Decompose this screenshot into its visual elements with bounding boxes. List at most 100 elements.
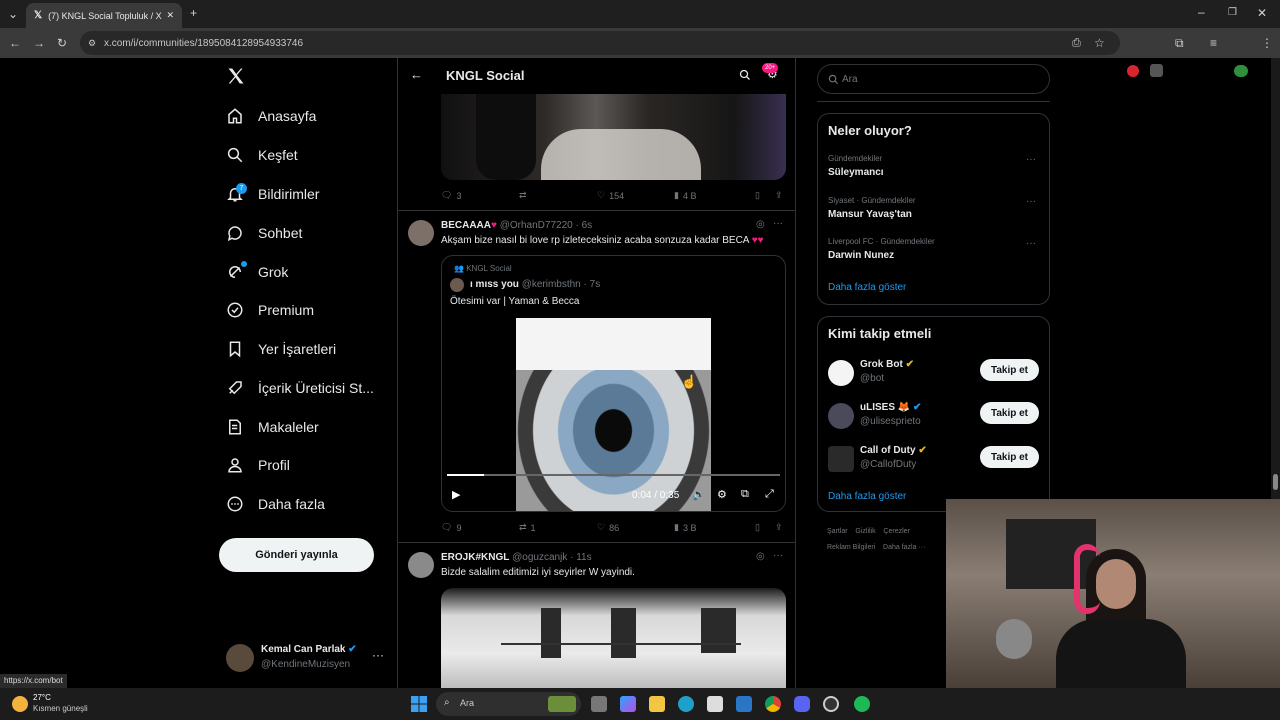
tweet-author-name[interactable]: BECAAAA [441,220,491,231]
nav-item-daha-fazla[interactable]: Daha fazla [226,490,325,518]
store-icon[interactable] [707,696,723,712]
trend-more-icon[interactable]: ··· [1026,196,1036,207]
x-logo-icon[interactable] [226,66,246,86]
extensions-puzzle-icon[interactable]: ⧉ [1175,37,1184,49]
share-button[interactable]: ⇪ [775,190,783,201]
bookmark-star-icon[interactable]: ☆ [1094,37,1105,49]
footer-link[interactable]: Şartlar [827,528,848,535]
trend-more-icon[interactable]: ··· [1026,238,1036,249]
avatar[interactable] [828,446,854,472]
retweet-button[interactable]: ⇄ 1 [519,522,536,533]
site-info-icon[interactable]: ⚙ [88,38,96,49]
trend-more-icon[interactable]: ··· [1026,154,1036,165]
task-view-icon[interactable] [591,696,607,712]
window-close-icon[interactable]: ✕ [1257,7,1267,19]
avatar[interactable] [408,552,434,578]
media-control-icon[interactable]: ≡ [1210,37,1217,49]
avatar[interactable] [828,360,854,386]
footer-link[interactable]: Daha fazla ··· [883,544,925,551]
tweet-media-image[interactable] [441,588,786,688]
grok-analyze-icon[interactable]: ◎ [756,551,765,562]
header-search-icon[interactable] [739,69,751,81]
avatar[interactable] [828,403,854,429]
restore-icon[interactable]: ❐ [1228,7,1237,19]
views-button[interactable]: ▮ 3 B [674,522,696,533]
tweet-author-handle[interactable]: @OrhanD77220 [500,220,573,231]
tweet-more-icon[interactable]: ··· [773,550,783,561]
footer-link[interactable]: Gizlilik [855,528,875,535]
retweet-button[interactable]: ⇄ [519,190,527,201]
bookmark-button[interactable]: ▯ [755,190,760,201]
play-icon[interactable]: ▶ [452,488,460,501]
quote-tweet-card[interactable]: 👥 KNGL Social ı mıss you @kerimbsthn · 7… [441,255,786,512]
chrome-icon[interactable] [765,696,781,712]
tweet-more-icon[interactable]: ··· [773,218,783,229]
nav-item-icerik-ureticisi[interactable]: İçerik Üreticisi St... [226,374,374,402]
nav-item-kesfet[interactable]: Keşfet [226,141,298,169]
share-button[interactable]: ⇪ [775,522,783,533]
tweet-author-name[interactable]: EROJK#KNGL [441,552,509,563]
follow-button[interactable]: Takip et [980,446,1039,468]
nav-item-makaleler[interactable]: Makaleler [226,413,319,441]
account-switcher[interactable]: Kemal Can Parlak ✔ @KendineMuzisyen ··· [226,640,396,676]
tab-close-icon[interactable]: ✕ [166,10,174,21]
tab-list-icon[interactable]: ⌄ [8,8,18,20]
video-progress-track[interactable] [447,474,780,476]
taskbar-search[interactable]: ⌕ Ara [436,692,581,716]
reply-button[interactable]: 🗨 9 [441,522,461,533]
profile-avatar-icon[interactable] [1234,65,1248,77]
back-icon[interactable]: ← [9,37,21,49]
like-button[interactable]: ♡ 154 [597,190,624,201]
forward-icon[interactable]: → [33,37,45,49]
minimize-icon[interactable]: – [1198,6,1205,18]
follow-name[interactable]: Call of Duty ✔ [860,445,927,456]
nav-item-premium[interactable]: Premium [226,296,314,324]
like-button[interactable]: ♡ 86 [597,522,619,533]
new-tab-icon[interactable]: + [190,7,197,19]
post-button[interactable]: Gönderi yayınla [219,538,374,572]
footer-link[interactable]: Çerezler [883,528,909,535]
reply-button[interactable]: 🗨 3 [441,190,461,201]
follow-button[interactable]: Takip et [980,359,1039,381]
spotify-icon[interactable] [854,696,870,712]
tweet-time[interactable]: 6s [582,220,593,231]
fullscreen-icon[interactable]: ⤢ [765,488,774,501]
windows-start-icon[interactable] [411,696,427,712]
trend-item[interactable]: Liverpool FC · Gündemdekiler Darwin Nune… [828,237,935,261]
volume-icon[interactable]: 🔈 [692,488,706,501]
mail-icon[interactable] [736,696,752,712]
browser-tab[interactable]: 𝕏 (7) KNGL Social Topluluk / X ✕ [26,3,182,28]
discord-icon[interactable] [794,696,810,712]
bookmark-button[interactable]: ▯ [755,522,760,533]
scrollbar-thumb[interactable] [1273,474,1278,490]
nav-item-profil[interactable]: Profil [226,451,290,479]
account-more-icon[interactable]: ··· [372,648,384,662]
footer-link[interactable]: Reklam Bilgileri [827,544,875,551]
weather-icon[interactable] [12,696,28,712]
grok-analyze-icon[interactable]: ◎ [756,219,765,230]
follow-show-more-link[interactable]: Daha fazla göster [828,491,906,502]
nav-item-anasayfa[interactable]: Anasayfa [226,102,316,130]
nav-item-sohbet[interactable]: Sohbet [226,219,302,247]
tweet-media-image[interactable] [441,94,786,180]
reload-icon[interactable]: ↻ [57,37,67,49]
url-field[interactable]: ⚙ x.com/i/communities/189508412895493374… [80,31,1120,55]
picture-in-picture-icon[interactable]: ⧉ [741,488,749,501]
video-settings-icon[interactable]: ⚙ [717,488,727,501]
weather-desc[interactable]: Kısmen güneşli [33,704,88,713]
steam-icon[interactable] [823,696,839,712]
video-player[interactable]: ▶ 0:04 / 0:35 🔈 ⚙ ⧉ ⤢ [442,316,785,511]
edge-icon[interactable] [678,696,694,712]
nav-item-grok[interactable]: Grok [226,258,288,286]
browser-menu-icon[interactable]: ⋮ [1261,37,1273,49]
install-icon[interactable]: ⎙ [1072,37,1081,49]
search-bar[interactable] [817,64,1050,94]
follow-name[interactable]: Grok Bot ✔ [860,359,914,370]
search-input[interactable] [842,70,1042,88]
file-explorer-icon[interactable] [649,696,665,712]
nav-item-yer-isaretleri[interactable]: Yer İşaretleri [226,335,336,363]
trend-item[interactable]: Gündemdekiler Süleymancı [828,154,884,178]
avatar[interactable] [408,220,434,246]
tweet-author-handle[interactable]: @oguzcanjk [512,552,567,563]
views-button[interactable]: ▮ 4 B [674,190,696,201]
